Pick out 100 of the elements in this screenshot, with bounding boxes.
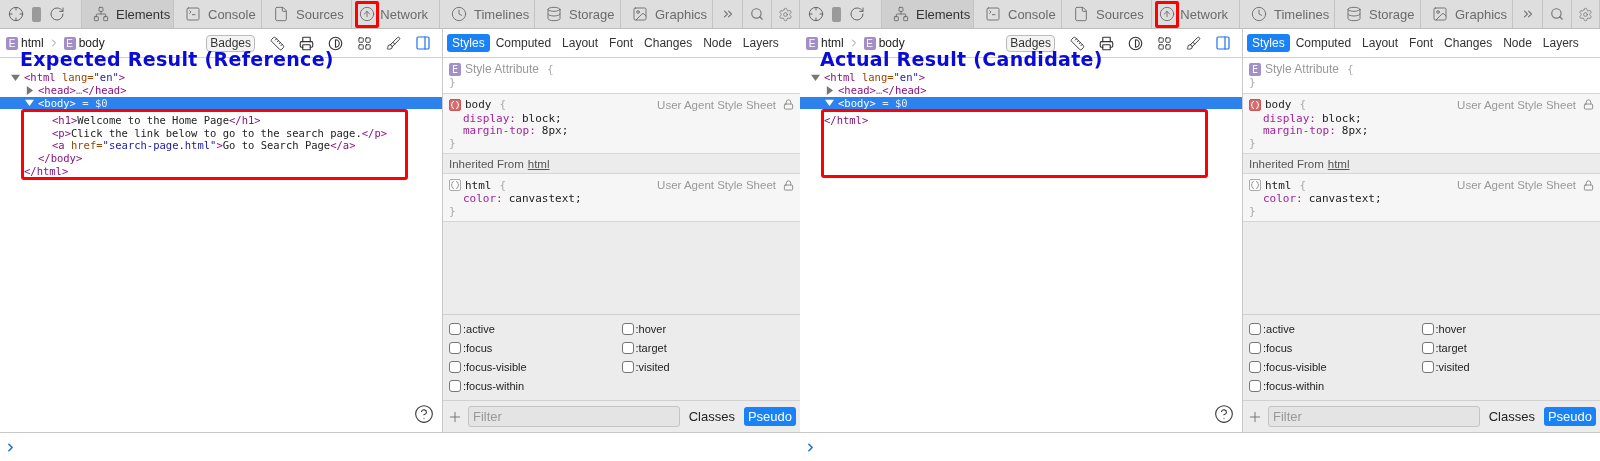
checkbox[interactable]: [1421, 323, 1434, 335]
inherited-link[interactable]: html: [527, 158, 550, 170]
toggle-button[interactable]: Pseudo: [1543, 407, 1596, 426]
toolbar-tab[interactable]: Graphics: [1421, 0, 1513, 28]
grid-icon[interactable]: [357, 35, 372, 51]
pseudo-class-option[interactable]: :visited: [621, 359, 794, 375]
help-icon[interactable]: [1214, 404, 1234, 424]
grid-icon[interactable]: [1157, 35, 1172, 51]
pseudo-class-option[interactable]: :active: [1249, 321, 1422, 337]
toolbar-tab[interactable]: Network: [352, 0, 440, 28]
dom-node-row[interactable]: <html lang="en">: [0, 71, 442, 84]
dom-closing-tag[interactable]: </html>: [24, 164, 405, 178]
filter-field[interactable]: Filter: [468, 406, 680, 427]
checkbox[interactable]: [621, 361, 634, 373]
pseudo-class-option[interactable]: :target: [1421, 340, 1594, 356]
filter-field[interactable]: Filter: [1268, 406, 1480, 427]
checkbox[interactable]: [1421, 361, 1434, 373]
sidebar-tab[interactable]: Node: [1498, 34, 1537, 52]
triangle-down-icon[interactable]: [811, 72, 820, 82]
sidebar-tab[interactable]: Layers: [1537, 34, 1584, 52]
sidebar-tab[interactable]: Font: [604, 34, 639, 52]
sidebar-tab[interactable]: Layers: [737, 34, 784, 52]
toggle-button[interactable]: Pseudo: [743, 407, 796, 426]
triangle-right-icon[interactable]: [825, 85, 834, 95]
breadcrumb[interactable]: E body: [863, 36, 905, 50]
inherited-link[interactable]: html: [1327, 158, 1350, 170]
sidebar-tab[interactable]: Node: [698, 34, 737, 52]
checkbox[interactable]: [1249, 323, 1261, 335]
toolbar-tab[interactable]: Graphics: [621, 0, 713, 28]
pseudo-class-option[interactable]: :focus-visible: [1249, 359, 1422, 375]
toolbar-tab[interactable]: Sources: [1062, 0, 1152, 28]
contrast-icon[interactable]: [328, 35, 343, 51]
crosshair-icon[interactable]: [808, 6, 824, 22]
breadcrumb[interactable]: E html: [806, 36, 844, 50]
breadcrumb[interactable]: E body: [63, 36, 105, 50]
ruler-icon[interactable]: [270, 35, 285, 51]
triangle-down-icon[interactable]: [25, 98, 34, 108]
toolbar-tab[interactable]: Storage: [1335, 0, 1421, 28]
checkbox[interactable]: [449, 323, 461, 335]
toolbar-tab[interactable]: Elements: [82, 0, 174, 28]
contrast-icon[interactable]: [1128, 35, 1143, 51]
checkbox[interactable]: [1421, 342, 1434, 354]
checkbox[interactable]: [449, 361, 461, 373]
badges-button[interactable]: Badges: [1006, 34, 1055, 52]
sidebar-tab[interactable]: Changes: [1439, 34, 1498, 52]
triangle-down-icon[interactable]: [825, 98, 834, 108]
checkbox[interactable]: [621, 342, 634, 354]
toolbar-tab[interactable]: Elements: [882, 0, 974, 28]
help-icon[interactable]: [414, 404, 434, 424]
triangle-down-icon[interactable]: [11, 72, 20, 82]
sidebar-tab[interactable]: Computed: [1290, 34, 1357, 52]
sidebar-toggle-icon[interactable]: [415, 35, 431, 51]
toolbar-tab[interactable]: Timelines: [1240, 0, 1335, 28]
reload-icon[interactable]: [849, 6, 865, 22]
sidebar-tab[interactable]: Layout: [1357, 34, 1404, 52]
toolbar-tab[interactable]: Network: [1152, 0, 1240, 28]
badges-button[interactable]: Badges: [206, 34, 255, 52]
toolbar-tab[interactable]: Sources: [262, 0, 352, 28]
pseudo-class-option[interactable]: :target: [621, 340, 794, 356]
sidebar-tab[interactable]: Font: [1404, 34, 1439, 52]
pseudo-class-option[interactable]: :visited: [1421, 359, 1594, 375]
checkbox[interactable]: [1249, 380, 1261, 392]
toolbar-tab[interactable]: Timelines: [440, 0, 535, 28]
sidebar-toggle-icon[interactable]: [1215, 35, 1231, 51]
dom-closing-tag[interactable]: </body>: [24, 151, 405, 165]
dom-node-row[interactable]: <html lang="en">: [800, 71, 1242, 84]
pseudo-class-option[interactable]: :focus-within: [449, 378, 622, 394]
sidebar-tab[interactable]: Computed: [490, 34, 557, 52]
breadcrumb[interactable]: E html: [6, 36, 44, 50]
pseudo-class-option[interactable]: :focus-visible: [449, 359, 622, 375]
dom-node-row[interactable]: <h1>Welcome to the Home Page</h1>: [24, 113, 405, 127]
sidebar-tab[interactable]: Styles: [1247, 34, 1290, 52]
pseudo-class-option[interactable]: :hover: [621, 321, 794, 337]
pseudo-class-option[interactable]: :focus: [449, 340, 622, 356]
dom-closing-tag[interactable]: </html>: [824, 113, 1205, 127]
toolbar-tab[interactable]: Storage: [535, 0, 621, 28]
checkbox[interactable]: [449, 380, 461, 392]
toggle-button[interactable]: Classes: [684, 407, 739, 426]
checkbox[interactable]: [621, 323, 634, 335]
printer-icon[interactable]: [1099, 35, 1114, 51]
checkbox[interactable]: [1249, 361, 1261, 373]
printer-icon[interactable]: [299, 35, 314, 51]
triangle-right-icon[interactable]: [25, 85, 34, 95]
checkbox[interactable]: [449, 342, 461, 354]
reload-icon[interactable]: [49, 6, 65, 22]
pseudo-class-option[interactable]: :active: [449, 321, 622, 337]
crosshair-icon[interactable]: [8, 6, 24, 22]
pseudo-class-option[interactable]: :hover: [1421, 321, 1594, 337]
ruler-icon[interactable]: [1070, 35, 1085, 51]
dom-node-row[interactable]: <head>…</head>: [800, 83, 1242, 97]
pseudo-class-option[interactable]: :focus-within: [1249, 378, 1422, 394]
dom-node-row[interactable]: <a href="search-page.html">Go to Search Page</a>: [24, 139, 405, 152]
sidebar-tab[interactable]: Layout: [557, 34, 604, 52]
dom-node-row[interactable]: <body> = $0: [800, 96, 1242, 110]
checkbox[interactable]: [1249, 342, 1261, 354]
toolbar-tab[interactable]: Console: [974, 0, 1062, 28]
toolbar-tab[interactable]: Console: [174, 0, 262, 28]
brush-icon[interactable]: [386, 35, 401, 51]
brush-icon[interactable]: [1186, 35, 1201, 51]
pseudo-class-option[interactable]: :focus: [1249, 340, 1422, 356]
